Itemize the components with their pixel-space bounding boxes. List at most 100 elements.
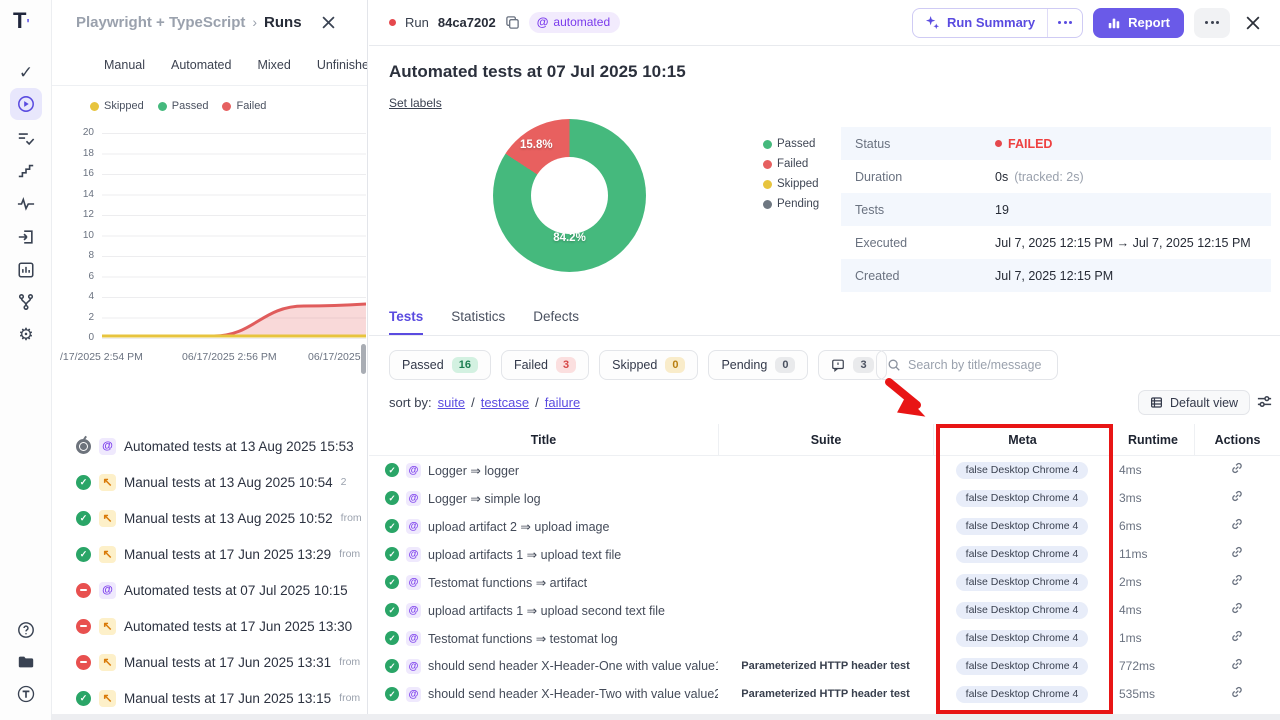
- test-link-button[interactable]: [1230, 545, 1244, 564]
- copy-run-id-button[interactable]: [505, 15, 520, 30]
- tab-tests[interactable]: Tests: [389, 303, 423, 335]
- gear-icon: ⚙: [18, 326, 33, 343]
- default-view-button[interactable]: Default view: [1138, 390, 1250, 415]
- chip-failed[interactable]: Failed3: [501, 350, 589, 380]
- sidebar-item-pulse[interactable]: [10, 188, 42, 220]
- test-link-button[interactable]: [1230, 461, 1244, 480]
- meta-pill: false Desktop Chrome 4: [956, 462, 1089, 479]
- automated-type-icon: @: [99, 582, 116, 599]
- runs-filter-tabs: Manual Automated Mixed Unfinished: [52, 44, 367, 86]
- col-actions[interactable]: Actions: [1194, 424, 1280, 455]
- sidebar-item-tasks[interactable]: [10, 123, 42, 155]
- tab-defects[interactable]: Defects: [533, 303, 579, 335]
- sidebar-item-checks[interactable]: ✓: [10, 56, 42, 88]
- report-button[interactable]: Report: [1093, 8, 1184, 38]
- detail-row-created: Created Jul 7, 2025 12:15 PM: [841, 259, 1271, 292]
- test-link-button[interactable]: [1230, 629, 1244, 648]
- run-summary-more-button[interactable]: [1047, 9, 1082, 37]
- app-sidebar: T' ✓ ⚙: [0, 0, 52, 720]
- sidebar-item-milestones[interactable]: [10, 155, 42, 187]
- test-link-button[interactable]: [1230, 517, 1244, 536]
- set-labels-link[interactable]: Set labels: [389, 96, 442, 110]
- run-list-item[interactable]: ✓ ↖ Manual tests at 13 Aug 2025 10:52 fr…: [52, 500, 368, 536]
- y-tick: 8: [66, 250, 94, 261]
- test-row[interactable]: ✓@Testomat functions ⇒ artifact false De…: [369, 568, 1280, 596]
- chip-passed[interactable]: Passed16: [389, 350, 491, 380]
- tab-mixed[interactable]: Mixed: [257, 58, 290, 72]
- test-link-button[interactable]: [1230, 601, 1244, 620]
- automated-type-icon: @: [406, 659, 421, 674]
- failed-dot-icon: [995, 140, 1002, 147]
- chip-pending[interactable]: Pending0: [708, 350, 808, 380]
- automated-badge[interactable]: @ automated: [529, 12, 620, 33]
- test-row[interactable]: ✓@Logger ⇒ simple log false Desktop Chro…: [369, 484, 1280, 512]
- runs-panel-close-button[interactable]: [316, 9, 342, 35]
- tab-statistics[interactable]: Statistics: [451, 303, 505, 335]
- sidebar-item-runs[interactable]: [10, 88, 42, 120]
- col-runtime[interactable]: Runtime: [1111, 424, 1194, 455]
- tab-manual[interactable]: Manual: [104, 58, 145, 72]
- test-row[interactable]: ✓@upload artifact 2 ⇒ upload image false…: [369, 512, 1280, 540]
- sidebar-item-branches[interactable]: [10, 286, 42, 318]
- test-row[interactable]: ✓@should send header X-Header-Two with v…: [369, 680, 1280, 708]
- test-row[interactable]: ✓@upload artifacts 1 ⇒ upload text file …: [369, 540, 1280, 568]
- automated-badge-label: automated: [553, 15, 610, 29]
- sidebar-item-projects[interactable]: [10, 646, 42, 678]
- sort-by-suite[interactable]: suite: [438, 395, 465, 410]
- search-input[interactable]: [908, 358, 1047, 372]
- test-runtime: 772ms: [1111, 659, 1194, 673]
- sidebar-item-help[interactable]: [10, 614, 42, 646]
- sort-by-testcase[interactable]: testcase: [481, 395, 529, 410]
- link-icon: [1230, 545, 1244, 559]
- run-list-item[interactable]: @ Automated tests at 13 Aug 2025 15:53: [52, 428, 368, 464]
- runs-trend-chart: Skipped Passed Failed 20 18 16 14 12 10 …: [52, 86, 368, 386]
- left-panel-scrollbar[interactable]: [361, 344, 366, 374]
- sort-by-failure[interactable]: failure: [545, 395, 580, 410]
- manual-type-icon: ↖: [99, 546, 116, 563]
- run-details-table: Status FAILED Duration 0s(tracked: 2s) T…: [841, 127, 1271, 292]
- view-settings-button[interactable]: [1256, 393, 1273, 415]
- chip-label: Passed: [402, 358, 444, 372]
- run-list-item[interactable]: ↖ Automated tests at 17 Jun 2025 13:30: [52, 608, 368, 644]
- run-list-item[interactable]: ✓ ↖ Manual tests at 17 Jun 2025 13:15 fr…: [52, 680, 368, 716]
- run-close-button[interactable]: [1240, 10, 1266, 36]
- automated-type-icon: @: [99, 438, 116, 455]
- tab-automated[interactable]: Automated: [171, 58, 231, 72]
- run-list-item[interactable]: ✓ ↖ Manual tests at 17 Jun 2025 13:29 fr…: [52, 536, 368, 572]
- manual-type-icon: ↖: [99, 690, 116, 707]
- test-runtime: 1ms: [1111, 631, 1194, 645]
- sidebar-item-analytics[interactable]: [10, 254, 42, 286]
- automated-type-icon: @: [406, 687, 421, 702]
- run-topbar: Run 84ca7202 @ automated Run Summary Rep…: [369, 0, 1280, 46]
- test-link-button[interactable]: [1230, 685, 1244, 704]
- col-title[interactable]: Title: [369, 433, 718, 447]
- run-summary-button[interactable]: Run Summary: [913, 9, 1047, 37]
- test-row[interactable]: ✓@Testomat functions ⇒ testomat log fals…: [369, 624, 1280, 652]
- run-list-item[interactable]: ↖ Manual tests at 17 Jun 2025 13:31 from: [52, 644, 368, 680]
- sidebar-item-import[interactable]: [10, 221, 42, 253]
- list-check-icon: [17, 130, 35, 148]
- col-meta[interactable]: Meta: [933, 424, 1111, 455]
- col-suite[interactable]: Suite: [718, 424, 933, 455]
- y-tick: 20: [66, 127, 94, 138]
- sidebar-item-account[interactable]: [10, 678, 42, 710]
- test-link-button[interactable]: [1230, 573, 1244, 592]
- test-link-button[interactable]: [1230, 657, 1244, 676]
- test-row[interactable]: ✓@upload artifacts 1 ⇒ upload second tex…: [369, 596, 1280, 624]
- sidebar-item-settings[interactable]: ⚙: [10, 318, 42, 350]
- meta-pill: false Desktop Chrome 4: [956, 602, 1089, 619]
- chip-skipped[interactable]: Skipped0: [599, 350, 698, 380]
- run-id: 84ca7202: [438, 15, 496, 30]
- meta-pill: false Desktop Chrome 4: [956, 518, 1089, 535]
- test-row[interactable]: ✓@Logger ⇒ logger false Desktop Chrome 4…: [369, 456, 1280, 484]
- test-row[interactable]: ✓@should send header X-Header-One with v…: [369, 652, 1280, 680]
- test-link-button[interactable]: [1230, 489, 1244, 508]
- passed-dot-icon: [158, 102, 167, 111]
- link-icon: [1230, 629, 1244, 643]
- folder-icon: [17, 653, 35, 671]
- run-list-item[interactable]: ✓ ↖ Manual tests at 13 Aug 2025 10:54 2: [52, 464, 368, 500]
- run-list-item[interactable]: @ Automated tests at 07 Jul 2025 10:15: [52, 572, 368, 608]
- run-more-button[interactable]: [1194, 8, 1230, 38]
- tab-unfinished[interactable]: Unfinished: [317, 58, 367, 72]
- breadcrumb-project[interactable]: Playwright + TypeScript: [76, 14, 245, 31]
